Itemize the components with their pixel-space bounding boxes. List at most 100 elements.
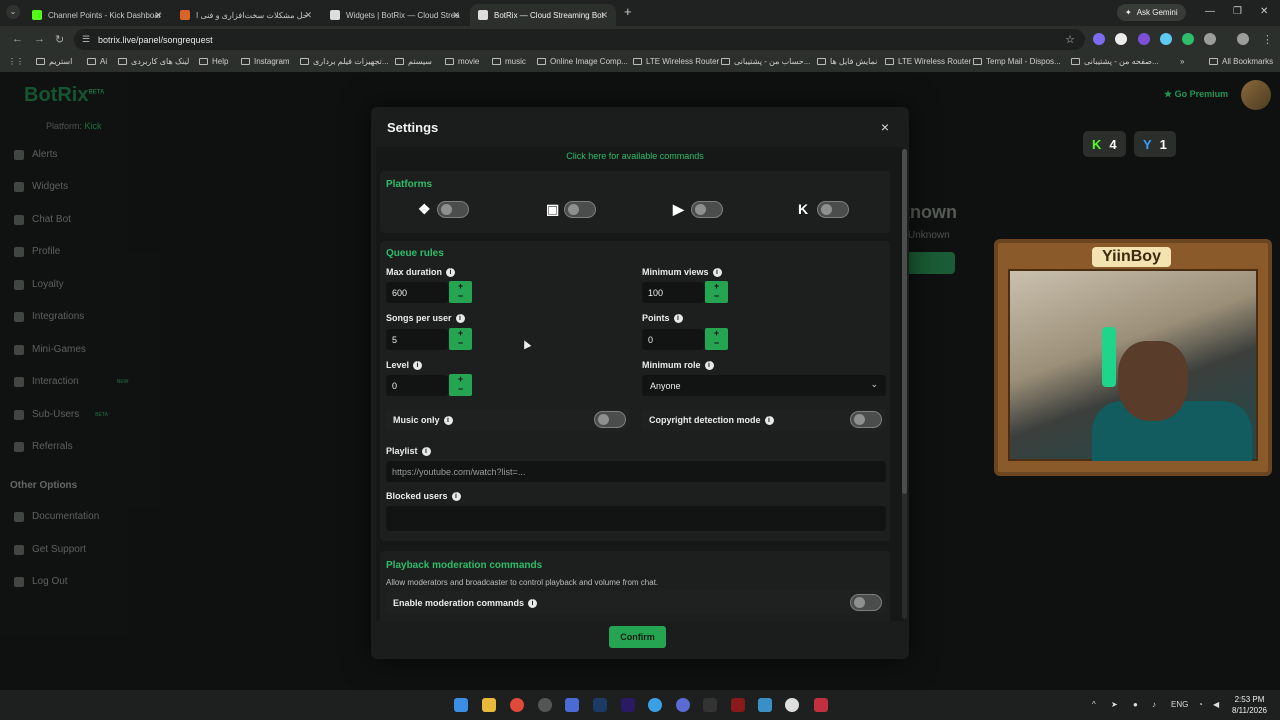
language-indicator[interactable]: ENG	[1171, 700, 1188, 709]
bookmark-item[interactable]: سیستم	[395, 57, 432, 66]
close-icon[interactable]: ×	[881, 119, 889, 135]
songs-per-user-stepper[interactable]: + −	[449, 328, 472, 350]
media-player-icon[interactable]	[785, 698, 799, 712]
sidebar-item-chat-bot[interactable]: Chat Bot	[14, 214, 71, 225]
bookmark-item[interactable]: Temp Mail - Dispos...	[973, 57, 1061, 66]
bookmark-item[interactable]: نمایش فایل ها	[817, 57, 877, 66]
chrome-icon[interactable]	[510, 698, 524, 712]
trovo-toggle[interactable]	[437, 201, 469, 218]
bookmark-item[interactable]: Help	[199, 57, 228, 66]
start-icon[interactable]	[454, 698, 468, 712]
settings-button[interactable]	[905, 252, 955, 274]
playlist-input[interactable]: https://youtube.com/watch?list=...	[386, 461, 886, 482]
close-window-icon[interactable]: ✕	[1260, 6, 1268, 17]
music-only-toggle[interactable]	[594, 411, 626, 428]
tab-search-icon[interactable]: ⌄	[6, 5, 20, 19]
sidebar-item-log-out[interactable]: Log Out	[14, 576, 68, 587]
app-icon[interactable]	[676, 698, 690, 712]
modal-scroll-thumb[interactable]	[902, 149, 907, 494]
photoshop-icon[interactable]	[593, 698, 607, 712]
sidebar-item-get-support[interactable]: Get Support	[14, 544, 86, 555]
songs-per-user-input[interactable]: 5	[386, 329, 448, 350]
more-bookmarks-icon[interactable]: »	[1180, 57, 1184, 66]
maximize-icon[interactable]: ❐	[1233, 6, 1242, 17]
sidebar-item-integrations[interactable]: Integrations	[14, 311, 84, 322]
available-commands-link[interactable]: Click here for available commands	[376, 151, 894, 161]
reload-icon[interactable]: ↻	[55, 33, 64, 46]
avatar[interactable]	[1241, 80, 1271, 110]
sidebar-item-alerts[interactable]: Alerts	[14, 149, 58, 160]
level-stepper[interactable]: + −	[449, 374, 472, 396]
new-tab-button[interactable]: +	[624, 5, 632, 18]
sidebar-item-loyalty[interactable]: Loyalty	[14, 279, 64, 290]
bookmark-item[interactable]: movie	[445, 57, 479, 66]
points-stepper[interactable]: + −	[705, 328, 728, 350]
level-input[interactable]: 0	[386, 375, 448, 396]
site-info-icon[interactable]: ☰	[82, 34, 90, 45]
close-tab-icon[interactable]: ✕	[154, 10, 162, 21]
apps-icon[interactable]: ⋮⋮	[8, 57, 24, 66]
app-icon[interactable]	[703, 698, 717, 712]
minimum-views-input[interactable]: 100	[642, 282, 704, 303]
tab-botrix-active[interactable]: BotRix — Cloud Streaming Bot ✕	[470, 4, 616, 26]
back-icon[interactable]: ←	[12, 33, 23, 45]
sidebar-item-profile[interactable]: Profile	[14, 246, 60, 257]
sidebar-item-referrals[interactable]: Referrals	[14, 441, 73, 452]
app-icon[interactable]	[565, 698, 579, 712]
extension-icon[interactable]	[1115, 33, 1127, 45]
bookmark-item[interactable]: LTE Wireless Router	[885, 57, 971, 66]
premiere-icon[interactable]	[621, 698, 635, 712]
bookmark-item[interactable]: تجهیزات فیلم برداری...	[300, 57, 389, 66]
telegram-tray-icon[interactable]: ➤	[1111, 700, 1118, 709]
copyright-mode-toggle[interactable]	[850, 411, 882, 428]
max-duration-input[interactable]: 600	[386, 282, 448, 303]
telegram-icon[interactable]	[648, 698, 662, 712]
forward-icon[interactable]: →	[34, 33, 45, 45]
app-icon[interactable]	[814, 698, 828, 712]
bookmark-item[interactable]: LTE Wireless Router	[633, 57, 719, 66]
sidebar-item-sub-users[interactable]: Sub-Users BETA	[14, 409, 108, 420]
confirm-button[interactable]: Confirm	[609, 626, 666, 648]
microphone-icon[interactable]: ♪	[1152, 700, 1156, 709]
youtube-toggle[interactable]	[691, 201, 723, 218]
ask-gemini-button[interactable]: ✦ Ask Gemini	[1117, 4, 1186, 21]
app-icon[interactable]	[758, 698, 772, 712]
modal-scroll-area[interactable]: Click here for available commands Platfo…	[376, 147, 904, 621]
bookmark-item[interactable]: music	[492, 57, 526, 66]
tray-chevron-icon[interactable]: ^	[1092, 700, 1096, 709]
tab-widgets-botrix[interactable]: Widgets | BotRix — Cloud Strea ✕	[322, 4, 468, 26]
points-input[interactable]: 0	[642, 329, 704, 350]
go-premium-link[interactable]: ★ Go Premium	[1164, 89, 1228, 100]
file-explorer-icon[interactable]	[482, 698, 496, 712]
sidebar-item-widgets[interactable]: Widgets	[14, 181, 68, 192]
kick-toggle[interactable]	[817, 201, 849, 218]
url-input[interactable]: ☰ botrix.live/panel/songrequest ☆	[74, 29, 1085, 50]
volume-icon[interactable]: ◀	[1213, 700, 1219, 709]
bookmark-item[interactable]: حساب من - پشتیبانی...	[721, 57, 810, 66]
tab-hardware-help[interactable]: حل مشکلات سخت‌افزاری و فنی ا ✕	[172, 4, 320, 26]
extension-icon[interactable]	[1160, 33, 1172, 45]
max-duration-stepper[interactable]: + −	[449, 281, 472, 303]
close-tab-icon[interactable]: ✕	[600, 10, 608, 21]
sidebar-item-documentation[interactable]: Documentation	[14, 511, 99, 522]
bookmark-item[interactable]: Online Image Comp...	[537, 57, 628, 66]
enable-moderation-toggle[interactable]	[850, 594, 882, 611]
extension-icon[interactable]	[1093, 33, 1105, 45]
close-tab-icon[interactable]: ✕	[304, 10, 312, 21]
minimum-views-stepper[interactable]: + −	[705, 281, 728, 303]
blocked-users-input[interactable]	[386, 506, 886, 531]
bookmark-star-icon[interactable]: ☆	[1065, 33, 1075, 46]
bookmark-item[interactable]: Instagram	[241, 57, 290, 66]
extension-icon[interactable]	[1138, 33, 1150, 45]
sidebar-item-interaction[interactable]: Interaction NEW	[14, 376, 128, 387]
close-tab-icon[interactable]: ✕	[452, 10, 460, 21]
bookmark-item[interactable]: لینک های کاربردی	[118, 57, 189, 66]
wifi-icon[interactable]: ◔	[1198, 700, 1203, 709]
twitch-toggle[interactable]	[564, 201, 596, 218]
tab-kick-dashboard[interactable]: Channel Points - Kick Dashboar ✕	[24, 4, 170, 26]
app-icon[interactable]	[731, 698, 745, 712]
all-bookmarks[interactable]: All Bookmarks	[1209, 57, 1273, 66]
app-icon[interactable]	[538, 698, 552, 712]
taskbar-clock[interactable]: 2:53 PM 8/11/2026	[1232, 694, 1267, 716]
extension-icon[interactable]	[1182, 33, 1194, 45]
